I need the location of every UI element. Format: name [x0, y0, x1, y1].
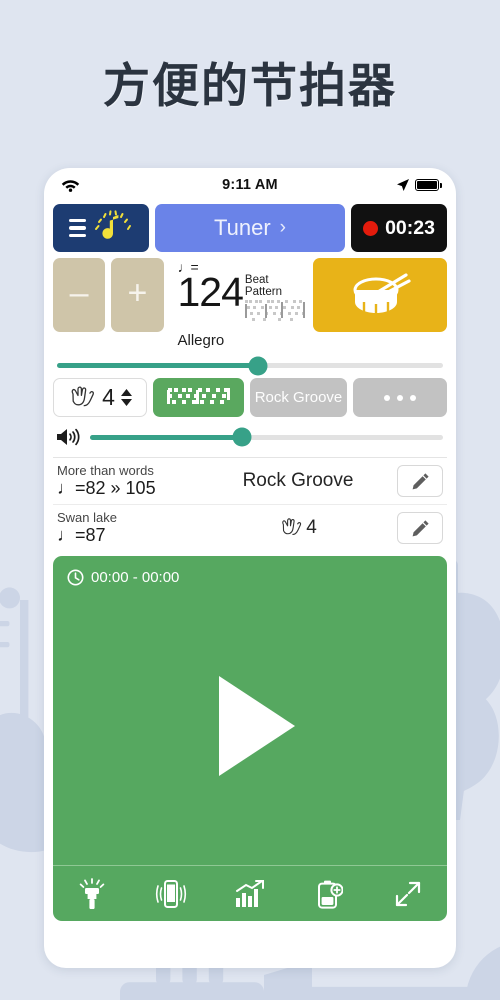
tempo-slider[interactable]	[57, 356, 443, 375]
rhythm-pattern-button[interactable]	[153, 378, 244, 417]
beats-per-bar-stepper[interactable]: 4	[53, 378, 147, 417]
stepper-down-icon[interactable]	[120, 399, 132, 406]
drum-sound-button[interactable]	[312, 258, 447, 332]
clock-icon	[67, 569, 84, 586]
fullscreen-button[interactable]	[368, 880, 447, 908]
song-title: More than words	[57, 462, 154, 478]
chevron-right-icon: ›	[279, 217, 286, 238]
vibrate-button[interactable]	[132, 879, 211, 909]
stats-button[interactable]	[211, 879, 290, 908]
beat-pattern-block[interactable]: Beat Pattern	[244, 274, 307, 329]
battery-icon	[415, 179, 442, 191]
play-button[interactable]	[53, 586, 447, 865]
tempo-slider-fill	[57, 363, 258, 368]
player-toolbar	[53, 865, 447, 921]
page-title: 方便的节拍器	[103, 59, 397, 112]
status-bar: 9:11 AM	[53, 168, 447, 202]
groove-name-button[interactable]: Rock Groove	[250, 378, 347, 417]
tuner-note-icon	[95, 210, 131, 239]
tuner-label: Tuner	[214, 215, 271, 240]
song-groove: Rock Groove	[199, 470, 397, 492]
hamburger-icon	[69, 218, 86, 238]
battery-button[interactable]	[289, 879, 368, 909]
song-tempo: ♩=82 » 105	[57, 477, 156, 498]
pencil-icon	[412, 519, 429, 536]
record-button[interactable]: 00:23	[351, 204, 447, 252]
status-time: 9:11 AM	[222, 177, 278, 193]
tempo-decrease-button[interactable]: –	[53, 258, 106, 332]
beat-pattern-label: Beat Pattern	[244, 274, 282, 298]
player-time-range: 00:00 - 00:00	[91, 569, 180, 586]
edit-song-button[interactable]	[397, 465, 443, 497]
volume-slider-track[interactable]	[90, 427, 443, 447]
tempo-row: – + ♩= 124 Beat Pattern Allegro	[53, 258, 447, 349]
volume-slider-fill	[90, 434, 242, 440]
song-tempo: ♩=87	[57, 524, 106, 545]
groove-row: 4 Rock Groove	[53, 378, 447, 417]
song-beats: 4	[199, 517, 397, 539]
bpm-line: 124 Beat Pattern	[177, 269, 307, 329]
record-dot-icon	[363, 220, 379, 236]
snare-drum-icon	[353, 273, 411, 314]
song-title: Swan lake	[57, 509, 117, 525]
speaker-volume-icon[interactable]	[55, 426, 81, 448]
flashlight-button[interactable]	[53, 877, 132, 910]
vibrate-icon	[156, 879, 187, 908]
ellipsis-icon	[384, 394, 416, 401]
player-panel: 00:00 - 00:00	[53, 556, 447, 921]
song-info: Swan lake ♩=87	[57, 509, 199, 546]
play-triangle-icon	[219, 675, 295, 776]
beat-pattern-grid-icon	[244, 300, 305, 321]
tempo-slider-thumb[interactable]	[248, 356, 268, 375]
stepper-up-icon[interactable]	[120, 389, 132, 396]
song-groove-label: Rock Groove	[242, 470, 354, 491]
clapping-hands-icon	[71, 386, 94, 406]
more-options-button[interactable]	[353, 378, 447, 417]
flashlight-icon	[80, 877, 105, 909]
battery-plus-icon	[317, 880, 343, 909]
tempo-display[interactable]: ♩= 124 Beat Pattern Allegro	[170, 258, 307, 349]
record-time: 00:23	[385, 216, 435, 239]
song-list: More than words ♩=82 » 105 Rock Groove S…	[53, 457, 447, 551]
menu-tuner-button[interactable]	[53, 204, 149, 252]
volume-slider-thumb[interactable]	[232, 427, 252, 447]
tempo-slider-track[interactable]	[57, 356, 443, 375]
list-item[interactable]: Swan lake ♩=87 4	[53, 504, 447, 551]
stats-bars-icon	[235, 879, 264, 907]
up-down-stepper-icon[interactable]	[120, 389, 132, 406]
tuner-button[interactable]: Tuner ›	[155, 204, 345, 252]
song-info: More than words ♩=82 » 105	[57, 462, 199, 499]
player-time-row: 00:00 - 00:00	[53, 556, 447, 586]
edit-song-button[interactable]	[397, 512, 443, 544]
volume-slider[interactable]	[55, 426, 443, 448]
top-button-row: Tuner › 00:23	[53, 204, 447, 252]
clapping-hands-icon	[282, 518, 302, 535]
rhythm-pattern-icon	[166, 387, 230, 404]
beats-value: 4	[102, 384, 115, 410]
list-item[interactable]: More than words ♩=82 » 105 Rock Groove	[53, 457, 447, 504]
tempo-increase-button[interactable]: +	[111, 258, 164, 332]
phone-frame: 9:11 AM Tuner › 00:23 – + ♩= 124 Beat Pa…	[44, 168, 456, 968]
pencil-icon	[412, 472, 429, 489]
fullscreen-icon	[395, 881, 420, 906]
bpm-value: 124	[177, 269, 244, 315]
song-beats-value: 4	[306, 517, 317, 538]
tempo-name: Allegro	[177, 332, 225, 349]
